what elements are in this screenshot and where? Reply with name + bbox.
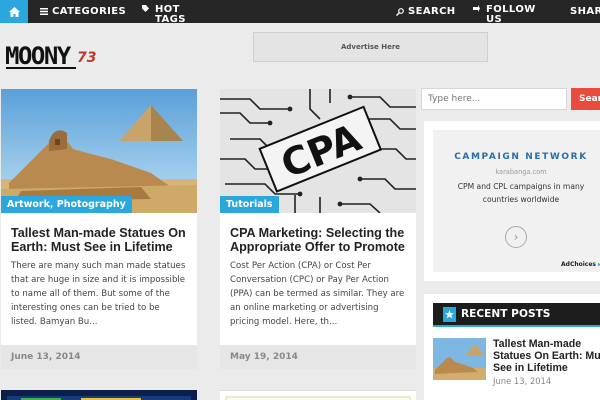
nav-follow-us-label: FOLLOW US [486,4,536,25]
home-icon [8,6,20,17]
post-title[interactable]: Tallest Man-made Statues On Earth: Must … [1,213,197,254]
menu-icon [40,8,48,15]
post-date: June 13, 2014 [1,345,197,369]
post-thumbnail-sphinx[interactable]: Artwork, Photography [1,89,197,213]
recent-posts-widget: RECENT POSTS Tallest Man-made Statues On… [424,294,600,400]
post-title[interactable]: CPA Marketing: Selecting the Appropriate… [220,213,416,254]
post-categories[interactable]: Artwork, Photography [1,196,132,213]
tag-icon [142,5,149,12]
bookmark-icon [443,306,456,322]
nav-categories[interactable]: CATEGORIES [40,0,126,23]
post-excerpt: Cost Per Action (CPA) or Cost Per Conver… [230,261,405,327]
recent-post-thumbnail[interactable] [433,338,486,380]
ad-banner-label: Advertise Here [340,43,401,51]
post-card[interactable]: CPA Tutorials CPA Marketing: Selecting t… [220,89,416,369]
recent-posts-title: RECENT POSTS [461,308,551,320]
nav-share-label: SHARE [570,6,600,17]
svg-text:MOONY: MOONY [5,42,72,70]
nav-search[interactable]: SEARCH [396,0,456,23]
campaign-ad[interactable]: CAMPAIGN NETWORK karabanga.com CPM and C… [433,130,600,272]
search-button-label: Search [579,94,600,104]
svg-text:73: 73 [77,50,96,66]
ad-domain: karabanga.com [495,168,547,176]
ad-arrow-button[interactable]: › [505,226,527,248]
recent-posts-heading: RECENT POSTS [433,303,600,327]
post-excerpt: There are many such man made statues tha… [11,261,186,327]
ad-choices-label: AdChoices [561,261,596,268]
top-nav: CATEGORIES HOT TAGS SEARCH FOLLOW US SHA… [0,0,600,25]
logo-wordmark: MOONY 73 [5,42,96,70]
nav-share[interactable]: SHARE [570,0,600,23]
post-categories[interactable]: Tutorials [220,196,279,213]
search-button[interactable]: Search [571,88,600,110]
nav-hot-tags-label: HOT TAGS [155,4,186,25]
post-card-partial[interactable] [220,390,416,400]
ad-title[interactable]: CAMPAIGN NETWORK [433,151,600,164]
nav-hot-tags[interactable]: HOT TAGS [142,0,188,25]
recent-post-title[interactable]: Tallest Man-made Statues On Earth: Must … [493,338,600,374]
nav-search-label: SEARCH [408,6,456,17]
ad-description: CPM and CPL campaigns in many countries … [457,182,585,204]
post-card[interactable]: Artwork, Photography Tallest Man-made St… [1,89,197,369]
chevron-right-icon: › [513,230,519,244]
ad-banner[interactable]: Advertise Here [253,32,488,62]
site-logo[interactable]: MOONY 73 [4,36,99,74]
home-button[interactable] [0,0,28,23]
ad-choices[interactable]: AdChoices ▸ [561,261,600,268]
nav-follow-us[interactable]: FOLLOW US [473,0,536,25]
recent-post-date: June 13, 2014 [493,376,552,386]
search-icon [396,7,404,16]
ad-widget: CAMPAIGN NETWORK karabanga.com CPM and C… [424,121,600,281]
follow-icon [473,5,480,12]
post-card-partial[interactable] [1,390,197,400]
post-date: May 19, 2014 [220,345,416,369]
post-thumbnail-cpa[interactable]: CPA Tutorials [220,89,416,213]
nav-categories-label: CATEGORIES [52,6,127,17]
search-input[interactable] [421,88,567,110]
